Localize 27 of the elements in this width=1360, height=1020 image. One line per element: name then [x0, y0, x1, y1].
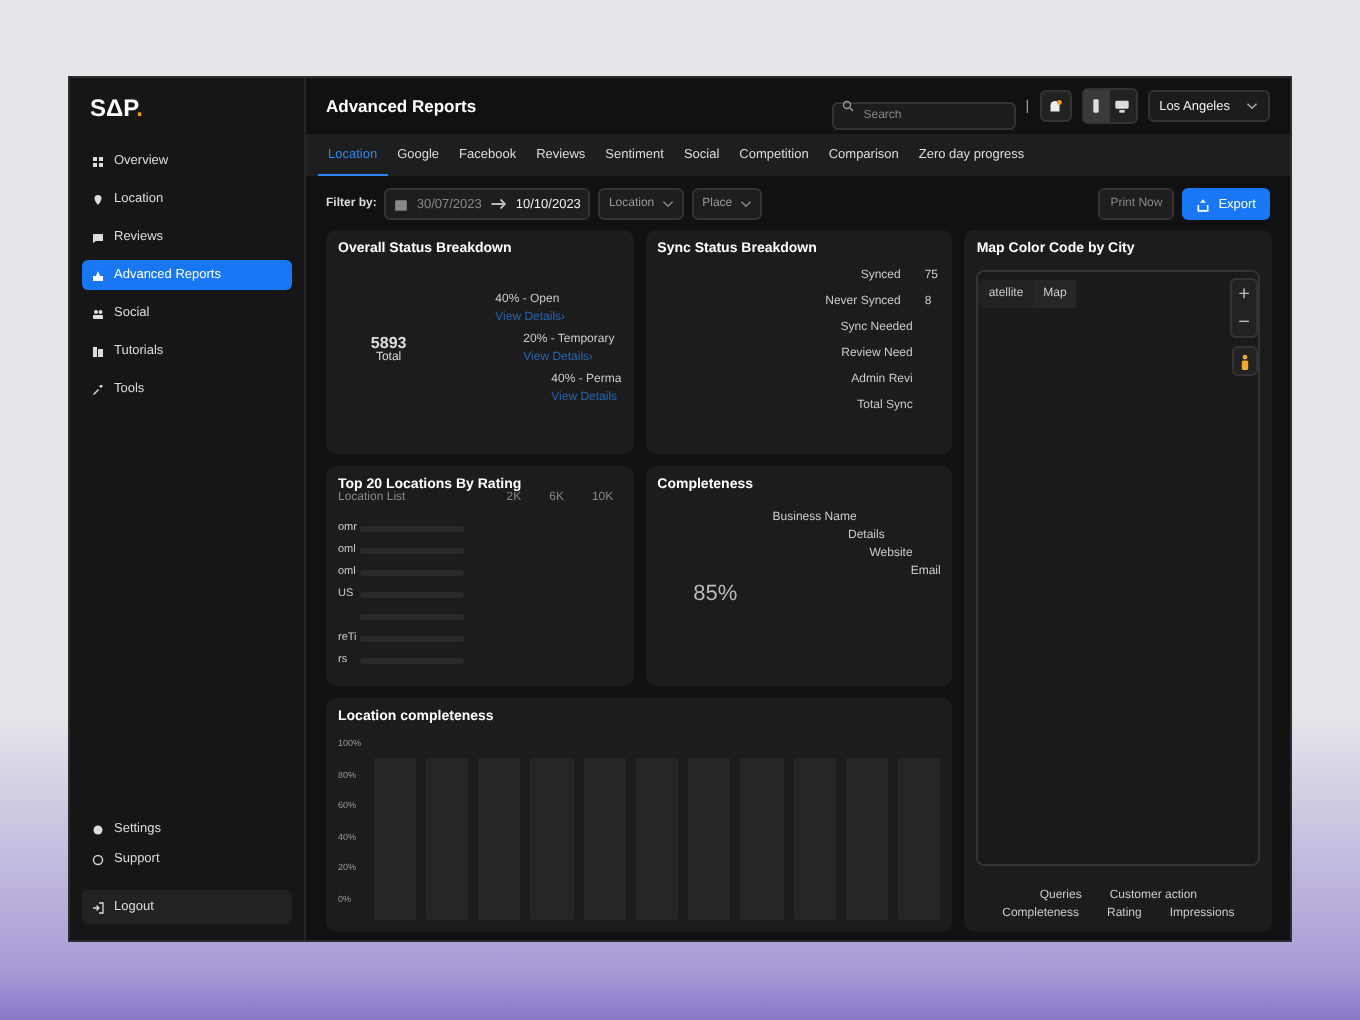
zoom-in-button[interactable]: +	[1232, 280, 1256, 308]
chevron-down-icon	[662, 200, 675, 208]
page-title: Advanced Reports	[326, 96, 479, 116]
phone-icon	[1088, 98, 1105, 114]
logo: SΔP.	[88, 94, 145, 126]
view-button[interactable]	[1083, 90, 1110, 122]
chart-icon	[92, 269, 104, 281]
grid-icon	[92, 155, 104, 167]
calendar-icon	[394, 197, 409, 211]
search-icon	[841, 100, 854, 112]
pin-icon	[92, 193, 104, 205]
people-icon	[92, 307, 104, 319]
total-count: 5893	[370, 334, 407, 352]
street-view-button[interactable]	[1232, 346, 1258, 376]
book-icon	[92, 345, 104, 357]
bell-icon	[1046, 97, 1065, 115]
notification-button[interactable]	[1039, 90, 1072, 122]
chevron-down-icon	[1246, 102, 1258, 110]
logout-icon	[92, 901, 104, 913]
completeness-value: 85%	[693, 582, 738, 606]
chat-icon	[92, 231, 104, 243]
arrow-right-icon	[489, 198, 508, 210]
person-icon	[1240, 353, 1250, 369]
zoom-out-button[interactable]: −	[1232, 308, 1256, 336]
chevron-down-icon	[740, 200, 753, 208]
monitor-icon	[1114, 98, 1131, 114]
upload-icon	[1196, 197, 1211, 211]
